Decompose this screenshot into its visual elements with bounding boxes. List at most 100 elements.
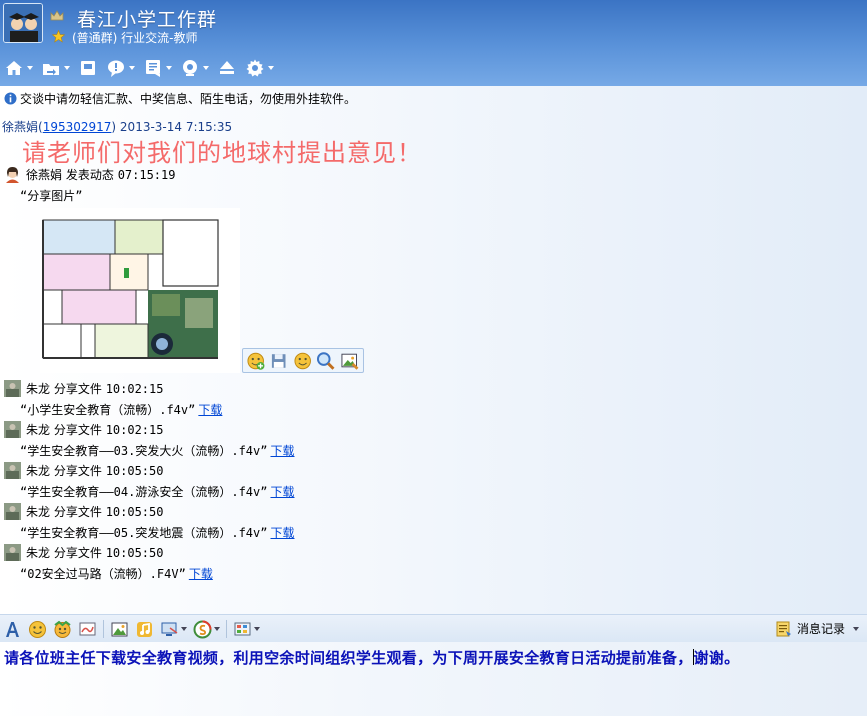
chevron-down-icon — [214, 627, 220, 631]
chevron-down-icon — [129, 66, 135, 70]
magic-emoticon-button[interactable] — [53, 620, 72, 639]
history-label: 消息记录 — [796, 622, 845, 636]
font-button[interactable] — [3, 620, 22, 639]
group-toolbar — [4, 56, 282, 80]
music-button[interactable] — [135, 620, 154, 639]
notice-button[interactable] — [143, 57, 172, 79]
history-icon — [776, 621, 791, 636]
file-name: “学生安全教育——03.突发大火（流畅）.f4v” — [20, 444, 268, 458]
feed-action: 分享文件 — [53, 464, 102, 478]
send-image-button[interactable] — [110, 620, 129, 639]
bulletin-icon — [146, 60, 160, 77]
speech-bubble-icon — [108, 60, 124, 77]
feed-body: “分享图片” — [20, 189, 83, 203]
feed-time: 10:05:50 — [105, 463, 164, 478]
user-avatar-icon — [4, 462, 21, 479]
feed-author[interactable]: 徐燕娟 — [26, 166, 62, 183]
floor-plan-image — [40, 208, 240, 373]
chevron-down-icon — [64, 66, 70, 70]
file-name: “小学生安全教育（流畅）.f4v” — [20, 403, 196, 417]
info-icon — [4, 92, 17, 104]
feed-author[interactable]: 朱龙 — [26, 380, 50, 397]
sender-qq-link[interactable]: 195302917 — [43, 120, 112, 134]
chevron-down-icon — [203, 66, 209, 70]
share-button[interactable] — [41, 57, 70, 79]
app-button[interactable] — [193, 620, 220, 639]
window-header: 春江小学工作群 (普通群) 行业交流-教师 — [0, 0, 867, 86]
feed-author[interactable]: 朱龙 — [26, 503, 50, 520]
feed-author[interactable]: 朱龙 — [26, 421, 50, 438]
feed-time: 10:05:50 — [105, 504, 164, 519]
sender-name[interactable]: 徐燕娟 — [2, 120, 38, 134]
search-image-icon[interactable] — [316, 351, 335, 371]
feed-body: “学生安全教育——05.突发地震（流畅）.f4v” 下载 — [20, 524, 295, 541]
smiley-icon — [29, 620, 46, 638]
more-apps-button[interactable] — [233, 620, 260, 639]
feed-time: 10:02:15 — [105, 381, 164, 396]
feed-body: “小学生安全教育（流畅）.f4v” 下载 — [20, 401, 222, 418]
compose-text-before: 请各位班主任下载安全教育视频，利用空余时间组织学生观看，为下周开展安全教育日活动… — [4, 649, 693, 667]
image-action-bar — [242, 348, 364, 373]
emoticon-icon[interactable] — [293, 351, 312, 371]
feed-action: 分享文件 — [53, 546, 102, 560]
feed-item: 朱龙 分享文件 10:02:15 — [4, 421, 163, 438]
feed-author[interactable]: 朱龙 — [26, 462, 50, 479]
gear-icon — [246, 59, 264, 77]
shared-image[interactable] — [40, 208, 240, 373]
user-avatar-icon — [4, 421, 21, 438]
feed-action: 分享文件 — [53, 382, 102, 396]
security-notice: 交谈中请勿轻信汇款、中奖信息、陌生电话，勿使用外挂软件。 — [4, 90, 356, 106]
toolbar-divider — [226, 620, 227, 638]
feed-item: 朱龙 分享文件 10:05:50 — [4, 462, 163, 479]
album-button[interactable] — [78, 57, 98, 79]
group-title: 春江小学工作群 — [77, 9, 218, 31]
file-name: “学生安全教育——04.游泳安全（流畅）.f4v” — [20, 485, 268, 499]
download-link[interactable]: 下载 — [270, 485, 294, 499]
scrawl-button[interactable] — [78, 620, 97, 639]
input-toolbar: 消息记录 — [0, 614, 867, 642]
image-edit-icon[interactable] — [340, 351, 359, 371]
feed-action: 发表动态 — [65, 168, 114, 182]
star-icon — [52, 30, 65, 43]
add-emoticon-icon[interactable] — [246, 351, 265, 371]
user-avatar-icon — [4, 503, 21, 520]
download-link[interactable]: 下载 — [270, 444, 294, 458]
feed-body: “学生安全教育——04.游泳安全（流畅）.f4v” 下载 — [20, 483, 295, 500]
feed-body: “02安全过马路（流畅）.F4V” 下载 — [20, 565, 213, 582]
feed-author[interactable]: 朱龙 — [26, 544, 50, 561]
album-icon — [81, 61, 95, 75]
folder-share-icon — [43, 64, 59, 75]
settings-button[interactable] — [245, 57, 274, 79]
message-history-button[interactable]: 消息记录 — [776, 620, 859, 637]
feed-item: 朱龙 分享文件 10:05:50 — [4, 503, 163, 520]
group-avatar[interactable] — [3, 3, 43, 43]
collapse-button[interactable] — [217, 57, 237, 79]
home-button[interactable] — [4, 57, 33, 79]
compose-text-after: 谢谢。 — [693, 649, 740, 667]
feed-item: 朱龙 分享文件 10:05:50 — [4, 544, 163, 561]
feed-time: 10:05:50 — [105, 545, 164, 560]
feed-item: 朱龙 分享文件 10:02:15 — [4, 380, 163, 397]
file-name: “02安全过马路（流畅）.F4V” — [20, 567, 186, 581]
file-name: “学生安全教育——05.突发地震（流畅）.f4v” — [20, 526, 268, 540]
download-link[interactable]: 下载 — [189, 567, 213, 581]
screenshot-button[interactable] — [160, 620, 187, 639]
chevron-down-icon — [181, 627, 187, 631]
message-text: 请老师们对我们的地球村提出意见！ — [22, 139, 422, 167]
chevron-down-icon — [268, 66, 274, 70]
image-icon — [111, 622, 128, 636]
download-link[interactable]: 下载 — [270, 526, 294, 540]
message-input[interactable]: 请各位班主任下载安全教育视频，利用空余时间组织学生观看，为下周开展安全教育日活动… — [0, 642, 867, 716]
feed-time: 10:02:15 — [105, 422, 164, 437]
emoticon-button[interactable] — [28, 620, 47, 639]
feed-action: 分享文件 — [53, 505, 102, 519]
magic-face-icon — [54, 620, 71, 638]
compose-text: 请各位班主任下载安全教育视频，利用空余时间组织学生观看，为下周开展安全教育日活动… — [4, 647, 739, 668]
video-button[interactable] — [180, 57, 209, 79]
notice-text: 交谈中请勿轻信汇款、中奖信息、陌生电话，勿使用外挂软件。 — [20, 91, 357, 106]
apps-grid-icon — [234, 622, 251, 635]
eject-icon — [220, 61, 234, 74]
save-image-icon[interactable] — [269, 351, 288, 371]
chat-button[interactable] — [106, 57, 135, 79]
download-link[interactable]: 下载 — [198, 403, 222, 417]
